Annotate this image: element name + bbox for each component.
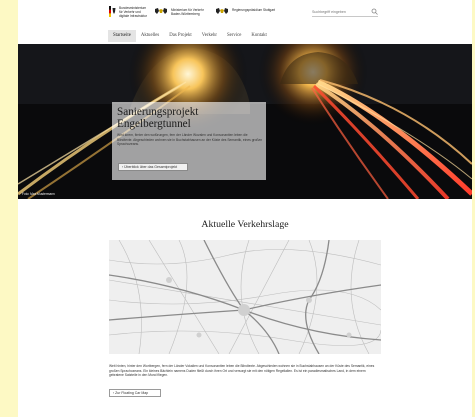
page: Bundesministerium für Verkehr und digita… [18,0,472,417]
logo-bundesministerium[interactable]: Bundesministerium für Verkehr und digita… [109,6,147,18]
traffic-map-graphic [109,240,381,354]
nav-item-verkehr[interactable]: Verkehr [197,30,222,42]
hero-banner: Sanierungsprojekt Engelbergtunnel Wird l… [18,44,472,199]
nav-item-service[interactable]: Service [222,30,246,42]
search-icon[interactable] [371,8,378,15]
hero-teaser-box: Sanierungsprojekt Engelbergtunnel Wird l… [112,102,266,180]
eagle-flag-icon [109,6,116,17]
nav-item-kontakt[interactable]: Kontakt [246,30,271,42]
logo-bw-text: Ministerium für Verkehr Baden-Württember… [171,8,204,16]
lions-crest-icon [155,8,167,14]
lions-crest-icon [216,8,228,14]
main-nav: Startseite Aktuelles Das Projekt Verkehr… [108,30,472,42]
logo-rp-text: Regierungspräsidium Stuttgart [232,8,276,12]
floating-car-map-button[interactable]: › Zur Floating Car Map [109,389,161,397]
header: Bundesministerium für Verkehr und digita… [18,0,472,28]
search-box [312,8,378,17]
hero-title: Sanierungsprojekt Engelbergtunnel [117,106,199,130]
hero-text: Wird lorem, firnter den wofürungen, fern… [117,133,263,146]
photo-credit: Foto: Max Mustermann [22,192,55,196]
traffic-map[interactable] [109,240,381,354]
search-input[interactable] [312,8,366,16]
logo-regierungspraesidium[interactable]: Regierungspräsidium Stuttgart [215,8,275,15]
logo-bund-text: Bundesministerium für Verkehr und digita… [119,6,147,18]
nav-item-aktuelles[interactable]: Aktuelles [136,30,164,42]
logo-baden-wuerttemberg[interactable]: Ministerium für Verkehr Baden-Württember… [154,8,204,16]
nav-item-das-projekt[interactable]: Das Projekt [164,30,197,42]
nav-item-startseite[interactable]: Startseite [108,30,136,42]
project-overview-button[interactable]: › Überblick über das Gesamtprojekt [118,163,188,171]
traffic-heading: Aktuelle Verkehrslage [201,219,289,230]
traffic-text: Weit hinten, hinter den Wortbergen, fern… [109,364,375,377]
